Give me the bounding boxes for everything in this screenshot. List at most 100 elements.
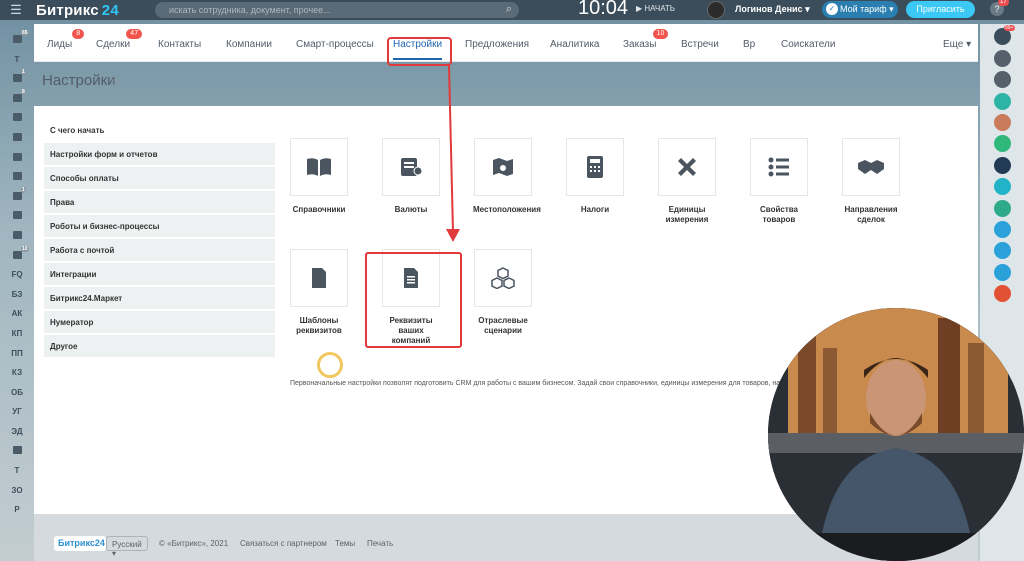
tile-label[interactable]: Шаблоны реквизитов: [289, 316, 349, 336]
left-rail-item[interactable]: 65: [0, 30, 34, 50]
book-icon[interactable]: [290, 138, 348, 196]
tile-label[interactable]: Единицы измерения: [657, 205, 717, 225]
settings-tile[interactable]: Справочники: [289, 138, 349, 215]
left-rail-item[interactable]: УГ: [0, 402, 34, 422]
partner-link[interactable]: Связаться с партнером: [240, 539, 327, 548]
settings-tile[interactable]: Свойства товаров: [749, 138, 809, 225]
left-rail-item[interactable]: [0, 128, 34, 148]
logo[interactable]: Битрикс 24: [36, 2, 119, 19]
tile-label[interactable]: Валюты: [381, 205, 441, 215]
left-rail-item[interactable]: 8: [0, 88, 34, 109]
contact-avatar[interactable]: [993, 242, 1011, 260]
settings-tile[interactable]: Отраслевые сценарии: [473, 249, 533, 336]
menu-item[interactable]: Работа с почтой: [44, 239, 275, 261]
tile-label[interactable]: Местоположения: [473, 205, 541, 215]
tab-3[interactable]: Компании: [226, 39, 272, 50]
contact-avatar[interactable]: [993, 285, 1011, 303]
handshake-icon[interactable]: [842, 138, 900, 196]
left-rail-item[interactable]: КП: [0, 324, 34, 344]
settings-tile[interactable]: Единицы измерения: [657, 138, 717, 225]
left-rail-item[interactable]: [0, 148, 34, 168]
left-rail-item[interactable]: [0, 441, 34, 461]
tab-0[interactable]: Лиды 8: [47, 29, 85, 50]
left-rail-item[interactable]: [0, 108, 34, 128]
language-select[interactable]: Русский ▾: [106, 536, 148, 558]
star-icon[interactable]: ☆: [111, 73, 123, 89]
tile-label[interactable]: Отраслевые сценарии: [473, 316, 533, 336]
tab-11[interactable]: Соискатели: [781, 39, 835, 50]
tab-2[interactable]: Контакты: [158, 39, 201, 50]
invite-button[interactable]: Пригласить: [906, 1, 975, 18]
contact-avatar[interactable]: [993, 199, 1011, 217]
document-icon[interactable]: [290, 249, 348, 307]
contact-avatar[interactable]: [993, 156, 1011, 174]
left-rail-item[interactable]: БЗ: [0, 285, 34, 305]
left-rail-item[interactable]: АК: [0, 304, 34, 324]
search-input[interactable]: искать сотрудника, документ, прочее... ⌕: [155, 2, 519, 18]
list-icon[interactable]: [750, 138, 808, 196]
left-rail-item[interactable]: [0, 226, 34, 246]
themes-link[interactable]: Темы: [335, 539, 355, 548]
footer-logo[interactable]: Битрикс24: [54, 536, 106, 551]
help-icon[interactable]: ? 17: [990, 0, 1009, 16]
tile-label[interactable]: Налоги: [565, 205, 625, 215]
boxes-icon[interactable]: [474, 249, 532, 307]
contact-avatar[interactable]: [993, 178, 1011, 196]
settings-tile[interactable]: Шаблоны реквизитов: [289, 249, 349, 336]
avatar[interactable]: [707, 1, 725, 19]
print-link[interactable]: Печать: [367, 539, 393, 548]
calculator-icon[interactable]: [566, 138, 624, 196]
ruler-pencil-icon[interactable]: [658, 138, 716, 196]
user-name[interactable]: Логинов Денис ▾: [735, 4, 810, 15]
menu-item[interactable]: Способы оплаты: [44, 167, 275, 189]
contact-avatar[interactable]: [993, 135, 1011, 153]
menu-item[interactable]: Интеграции: [44, 263, 275, 285]
left-rail-item[interactable]: ЭД: [0, 422, 34, 442]
tab-9[interactable]: Встречи: [681, 39, 719, 50]
left-rail-item[interactable]: Р: [0, 500, 34, 520]
menu-item[interactable]: Нумератор: [44, 311, 275, 333]
tab-7[interactable]: Аналитика: [550, 39, 600, 50]
settings-tile[interactable]: Местоположения: [473, 138, 541, 215]
left-rail-item[interactable]: [0, 167, 34, 187]
contact-avatar[interactable]: [993, 49, 1011, 67]
left-rail-item[interactable]: 1: [0, 69, 34, 89]
menu-item[interactable]: Права: [44, 191, 275, 213]
contact-avatar[interactable]: [993, 220, 1011, 238]
tile-label[interactable]: Справочники: [289, 205, 349, 215]
left-rail-item[interactable]: FQ: [0, 265, 34, 285]
map-icon[interactable]: [474, 138, 532, 196]
left-rail-item[interactable]: Т: [0, 461, 34, 481]
start-workday-button[interactable]: ▶ НАЧАТЬ: [636, 4, 675, 13]
contact-avatar[interactable]: [993, 92, 1011, 110]
left-rail-item[interactable]: 10: [0, 245, 34, 266]
tile-label[interactable]: Свойства товаров: [749, 205, 809, 225]
tile-label[interactable]: Направления сделок: [841, 205, 901, 225]
left-rail-item[interactable]: Т: [0, 50, 34, 70]
menu-icon[interactable]: ☰: [0, 2, 32, 18]
menu-item[interactable]: Битрикс24.Маркет: [44, 287, 275, 309]
tab-12[interactable]: Еще ▾: [943, 39, 971, 50]
menu-item[interactable]: Другое: [44, 335, 275, 357]
tab-10[interactable]: Вр: [743, 39, 755, 50]
left-rail-item[interactable]: ЗО: [0, 481, 34, 501]
contact-avatar[interactable]: [993, 71, 1011, 89]
left-rail-item[interactable]: [0, 206, 34, 226]
menu-item[interactable]: Настройки форм и отчетов: [44, 143, 275, 165]
left-rail-item[interactable]: КЗ: [0, 363, 34, 383]
tab-4[interactable]: Смарт-процессы: [296, 39, 374, 50]
tab-8[interactable]: Заказы 10: [623, 29, 669, 50]
left-rail-item[interactable]: 1: [0, 186, 34, 207]
currency-icon[interactable]: [382, 138, 440, 196]
settings-tile[interactable]: Валюты: [381, 138, 441, 215]
contact-avatar[interactable]: [993, 263, 1011, 281]
contact-avatar[interactable]: [993, 113, 1011, 131]
menu-item[interactable]: Роботы и бизнес-процессы: [44, 215, 275, 237]
tab-6[interactable]: Предложения: [465, 39, 529, 50]
left-rail-item[interactable]: ОБ: [0, 383, 34, 403]
settings-tile[interactable]: Налоги: [565, 138, 625, 215]
left-rail-item[interactable]: ПП: [0, 344, 34, 364]
tariff-button[interactable]: ✓ Мой тариф ▾: [822, 1, 898, 18]
settings-tile[interactable]: Направления сделок: [841, 138, 901, 225]
menu-heading[interactable]: С чего начать: [44, 120, 275, 143]
